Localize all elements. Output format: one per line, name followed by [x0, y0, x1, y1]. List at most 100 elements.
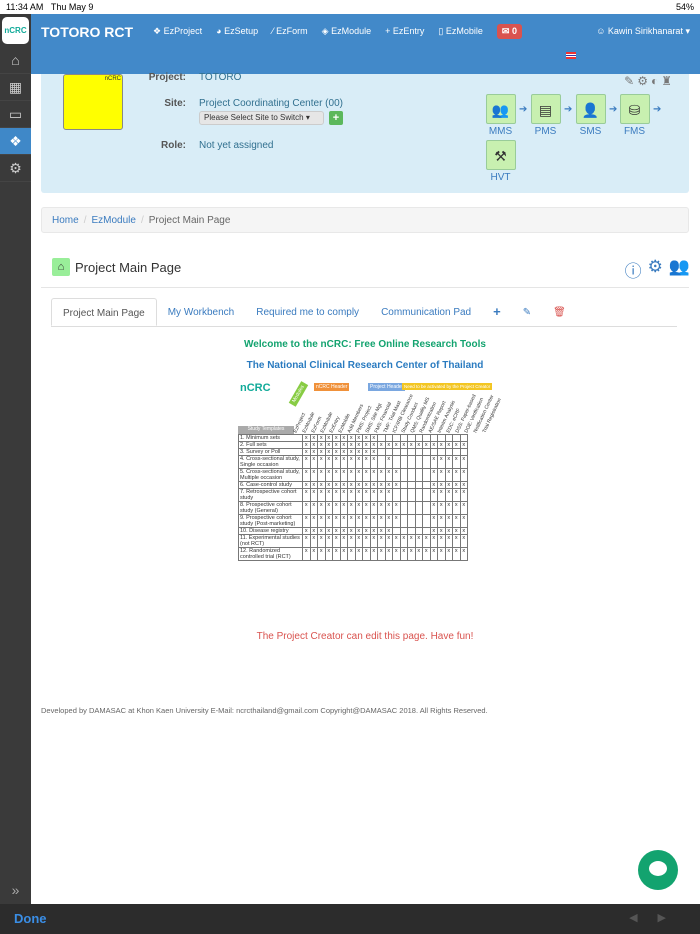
archive-icon[interactable]: ▭ [0, 101, 31, 128]
breadcrumb-ezmodule[interactable]: EzModule [91, 215, 135, 226]
matrix-cell: x [407, 534, 416, 548]
info-icon[interactable]: ⓘ [625, 257, 642, 282]
user-menu[interactable]: ☺ Kawin Sirikhanarat ▾ [596, 26, 690, 37]
mail-button[interactable]: ✉ 0 [496, 24, 522, 39]
gear-icon[interactable]: ⚙ [0, 155, 31, 182]
matrix-cell: x [444, 514, 453, 528]
nav-label: EzModule [331, 26, 372, 36]
users-icon[interactable]: 👥 [669, 257, 690, 282]
forward-icon[interactable]: ▶ [658, 912, 686, 924]
matrix-cell: x [377, 468, 386, 482]
matrix-cell: x [369, 455, 378, 469]
matrix-cell: x [362, 481, 371, 489]
matrix-cell: x [302, 441, 311, 449]
nav-ezmodule[interactable]: ◈ EzModule [322, 26, 371, 39]
matrix-cell: x [332, 448, 341, 456]
matrix-cell: x [369, 547, 378, 561]
matrix-cell [399, 488, 408, 502]
module-sms[interactable]: 👤 SMS [573, 94, 608, 137]
trash-icon[interactable]: ♜ [661, 74, 675, 88]
pencil-icon[interactable]: ✎ [624, 74, 637, 88]
nav-label: EzEntry [392, 26, 425, 36]
nav-ezproject[interactable]: ❖ EzProject [153, 26, 202, 39]
gear-icon[interactable]: ⚙ [637, 74, 651, 88]
pms-icon: ▤ [530, 94, 561, 124]
tab-project-main-page[interactable]: Project Main Page [51, 298, 157, 326]
site-select[interactable]: Please Select Site to Switch ▾ [199, 111, 324, 125]
file-icon[interactable]: ◐ [651, 74, 661, 88]
add-site-button[interactable]: + [329, 111, 343, 125]
matrix-cell: x [429, 501, 438, 515]
matrix-cell: x [429, 481, 438, 489]
tab-communication-pad[interactable]: Communication Pad [370, 298, 482, 326]
nav-ezmobile[interactable]: ▯ EzMobile [438, 26, 482, 39]
matrix-cell: x [369, 534, 378, 548]
matrix-cell [414, 481, 423, 489]
matrix-cell: x [362, 468, 371, 482]
matrix-cell: x [369, 514, 378, 528]
expand-sidebar-icon[interactable]: » [0, 882, 31, 898]
matrix-cell: x [354, 468, 363, 482]
fms-icon: ⛁ [619, 94, 650, 124]
module-hvt[interactable]: ⚒ HVT [483, 140, 518, 183]
matrix-cell: x [392, 441, 401, 449]
tab-my-workbench[interactable]: My Workbench [157, 298, 246, 326]
matrix-cell [414, 468, 423, 482]
matrix-cell: x [302, 514, 311, 528]
matrix-cell: x [324, 434, 333, 442]
envelope-icon: ✉ [501, 26, 510, 36]
nav-ezsetup[interactable]: ◕ EzSetup [216, 26, 258, 39]
matrix-cell: x [407, 441, 416, 449]
table-row: 1. Minimum sets x x x x x x x x x x [238, 434, 468, 442]
matrix-cell: x [347, 481, 356, 489]
page-footer: Developed by DAMASAC at Khon Kaen Univer… [41, 706, 488, 715]
matrix-cell: x [317, 534, 326, 548]
home-icon[interactable]: ⌂ [0, 47, 31, 74]
module-mms[interactable]: 👥 MMS [483, 94, 518, 137]
matrix-cell [392, 527, 401, 535]
chat-button[interactable] [638, 850, 678, 890]
site-name: Project Coordinating Center (00) [199, 98, 343, 109]
home-icon: ⌂ [52, 258, 70, 276]
matrix-cell: x [309, 501, 318, 515]
matrix-cell: x [309, 434, 318, 442]
tab-bar: Project Main Page My Workbench Required … [51, 298, 677, 327]
grid-icon[interactable]: ▦ [0, 74, 31, 101]
matrix-cell [459, 434, 468, 442]
matrix-cell: x [444, 527, 453, 535]
matrix-cell [384, 448, 393, 456]
done-button[interactable]: Done [14, 911, 47, 926]
matrix-cell [392, 488, 401, 502]
matrix-cell: x [452, 468, 461, 482]
module-fms[interactable]: ⛁ FMS [617, 94, 652, 137]
site-label: Site: [164, 98, 186, 109]
gear-icon[interactable]: ⚙ [648, 257, 663, 282]
matrix-cell: x [437, 488, 446, 502]
app-logo[interactable]: nCRC [2, 17, 29, 44]
matrix-cell: x [362, 527, 371, 535]
cubes-icon: ❖ [153, 26, 162, 36]
matrix-cell: x [324, 455, 333, 469]
matrix-cell: x [407, 547, 416, 561]
tab-required-me-to-comply[interactable]: Required me to comply [245, 298, 370, 326]
breadcrumb-home[interactable]: Home [52, 215, 79, 226]
matrix-cell: x [444, 534, 453, 548]
flag-icon[interactable] [566, 52, 576, 59]
matrix-cell: x [437, 501, 446, 515]
matrix-cell: x [309, 527, 318, 535]
add-tab-icon[interactable]: + [482, 298, 512, 326]
matrix-cell: x [332, 488, 341, 502]
delete-tab-icon[interactable]: 🗑 [542, 298, 577, 326]
nav-ezform[interactable]: ⁄ EzForm [272, 26, 308, 39]
back-icon[interactable]: ◀ [629, 912, 657, 924]
role-label: Role: [161, 140, 186, 151]
matrix-cell: x [459, 455, 468, 469]
brand[interactable]: TOTORO RCT [41, 24, 133, 40]
nav-ezentry[interactable]: + EzEntry [385, 26, 424, 39]
matrix-cell: x [384, 481, 393, 489]
edit-tab-icon[interactable]: ✎ [512, 298, 542, 326]
matrix-cell: x [429, 488, 438, 502]
module-pms[interactable]: ▤ PMS [528, 94, 563, 137]
matrix-cell [437, 434, 446, 442]
cubes-icon[interactable]: ❖ [0, 128, 31, 155]
